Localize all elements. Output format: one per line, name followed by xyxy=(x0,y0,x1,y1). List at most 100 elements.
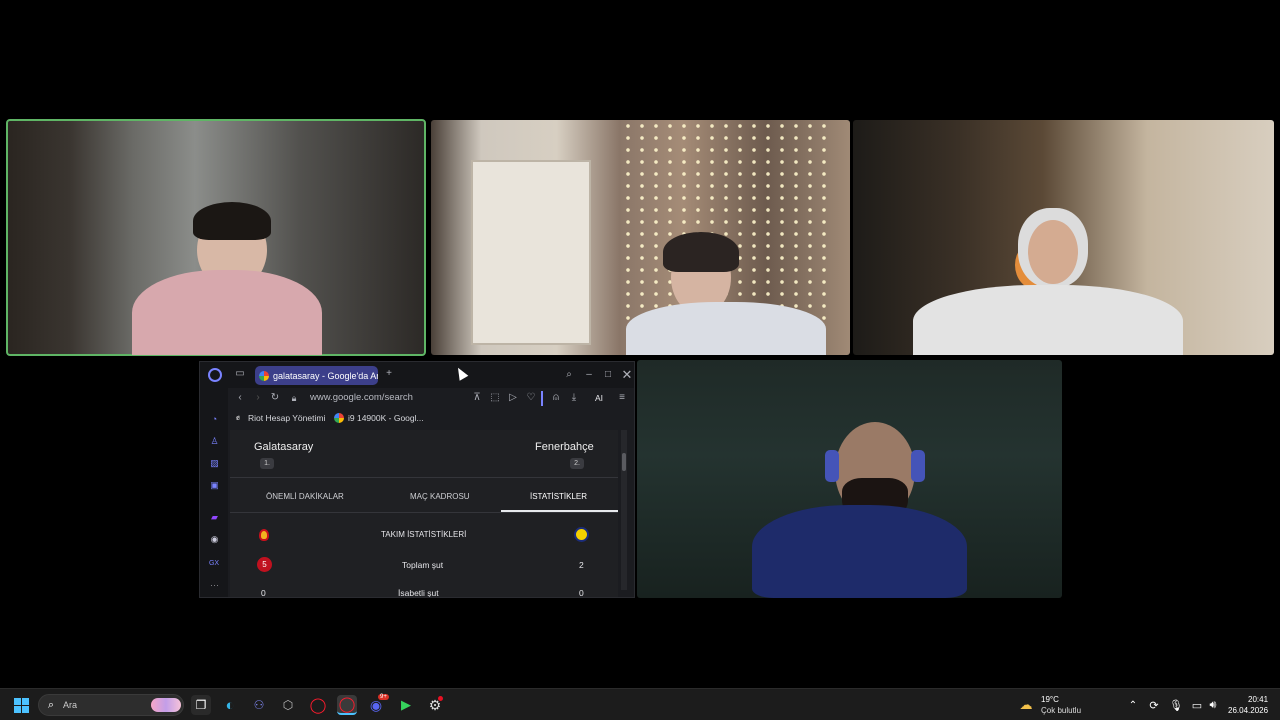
wardrobe xyxy=(471,160,591,345)
home-rank: 1. xyxy=(260,458,274,469)
stat-label: İsabetli şut xyxy=(398,588,439,598)
weather-desc[interactable]: Çok bulutlu xyxy=(1041,706,1081,715)
scroll-thumb[interactable] xyxy=(622,453,626,471)
video-tile-participant-4[interactable] xyxy=(637,360,1062,598)
gx-icon[interactable]: GX xyxy=(206,558,222,569)
back-icon[interactable]: ‹ xyxy=(234,392,246,404)
fenerbahce-logo-icon xyxy=(574,527,589,542)
play-icon[interactable]: ▷ xyxy=(507,392,519,404)
app-hex-icon[interactable]: ⬡ xyxy=(278,695,298,715)
home-stat-value: 0 xyxy=(261,588,266,598)
clock-date[interactable]: 26.04.2026 xyxy=(1228,706,1268,715)
search-icon: ⌕ xyxy=(47,698,55,711)
tab-islands-icon[interactable]: ▭ xyxy=(234,369,246,379)
clock-time[interactable]: 20:41 xyxy=(1248,695,1268,704)
teams-icon[interactable]: ⚇ xyxy=(249,695,269,715)
pin-icon[interactable]: ⊼ xyxy=(471,392,483,404)
tab-key-moments[interactable]: ÖNEMLİ DAKİKALAR xyxy=(266,492,344,501)
participant-body xyxy=(132,270,322,355)
galatasaray-logo-icon xyxy=(259,529,269,541)
discord-badge: 9+ xyxy=(378,694,389,700)
edge-icon[interactable]: ◐ xyxy=(220,695,240,715)
bookmarks-bar: ✊︎ Riot Hesap Yönetimi i9 14900K - Googl… xyxy=(228,410,634,428)
opera-logo-icon[interactable] xyxy=(208,368,222,382)
stat-label: Toplam şut xyxy=(402,560,444,570)
reload-icon[interactable]: ↻ xyxy=(269,392,281,404)
participant-hair xyxy=(193,202,271,240)
video-tile-participant-1[interactable] xyxy=(6,119,426,356)
search-label: Ara xyxy=(63,700,78,710)
microphone-icon[interactable]: 🎙︎ xyxy=(1166,695,1186,715)
task-view-icon[interactable]: ❐ xyxy=(191,695,211,715)
page-scrollbar[interactable] xyxy=(621,430,627,590)
away-team-name[interactable]: Fenerbahçe xyxy=(535,441,594,453)
messenger-icon[interactable]: ▣ xyxy=(209,480,220,491)
heart-icon[interactable]: ♡ xyxy=(525,392,537,404)
home-stat-value: 5 xyxy=(257,557,272,572)
tab-stats[interactable]: İSTATİSTİKLER xyxy=(530,492,587,501)
tab-title: galatasaray - Google'da Ara xyxy=(273,370,378,381)
divider xyxy=(230,512,618,513)
minimize-button[interactable]: – xyxy=(582,368,596,382)
snapshot-icon[interactable]: ⬚ xyxy=(489,392,501,404)
participant-body xyxy=(913,285,1183,355)
discord-icon[interactable]: ◉ xyxy=(209,534,220,545)
divider xyxy=(230,477,618,478)
team-stats-header: TAKIM İSTATİSTİKLERİ xyxy=(381,530,467,539)
video-tile-participant-3[interactable] xyxy=(853,120,1274,355)
notification-dot xyxy=(438,696,443,701)
opera-sidebar: ◔ ♙ ▨ ▣ ▰ ◉ GX ··· xyxy=(200,388,228,597)
more-icon[interactable]: ··· xyxy=(209,580,220,591)
opera-icon[interactable]: ◯ xyxy=(308,695,328,715)
close-button[interactable]: ✕ xyxy=(620,367,634,381)
tab-bar: ▭ galatasaray - Google'da Ara + ⌕ – □ ✕ xyxy=(200,362,634,388)
lock-icon: 🔒︎ xyxy=(291,393,297,403)
weather-temp[interactable]: 19°C xyxy=(1041,695,1059,704)
menu-icon[interactable]: ≡ xyxy=(616,392,628,404)
chevron-up-icon[interactable]: ⌃ xyxy=(1123,695,1143,715)
search-tabs-icon[interactable]: ⌕ xyxy=(562,368,576,382)
google-sports-card: Galatasaray 1. Fenerbahçe 2. ÖNEMLİ DAKİ… xyxy=(230,430,618,598)
google-favicon-icon xyxy=(259,370,269,381)
bookmark-riot[interactable]: Riot Hesap Yönetimi xyxy=(248,413,325,423)
headphone-right xyxy=(911,450,925,482)
tab-lineups[interactable]: MAÇ KADROSU xyxy=(410,492,470,501)
volume-icon[interactable]: 🔊︎ xyxy=(1203,695,1223,715)
taskbar-search[interactable]: ⌕ Ara xyxy=(38,694,184,716)
maximize-button[interactable]: □ xyxy=(601,368,615,382)
bookmark-i9[interactable]: i9 14900K - Googl... xyxy=(348,413,424,423)
video-tile-participant-2[interactable] xyxy=(431,120,850,355)
sync-icon[interactable]: ⟳ xyxy=(1144,695,1164,715)
participant-face xyxy=(1028,220,1078,284)
new-tab-button[interactable]: + xyxy=(383,368,395,380)
weather-cloud-icon[interactable]: ☁ xyxy=(1016,695,1036,715)
participant-body xyxy=(626,302,826,355)
download-icon[interactable]: ⤓ xyxy=(568,392,580,404)
participant-headphones xyxy=(663,232,739,272)
taskbar: ⌕ Ara ❐ ◐ ⚇ ⬡ ◯ ◯ ◉ 9+ ▶ ⚙ ☁ 19°C Çok bu… xyxy=(0,688,1280,720)
address-bar: ‹ › ↻ 🔒︎ www.google.com/search ⊼ ⬚ ▷ ♡ ⍝… xyxy=(228,388,634,410)
opera-gx-icon[interactable]: ◯ xyxy=(337,695,357,715)
screen: ▭ galatasaray - Google'da Ara + ⌕ – □ ✕ … xyxy=(0,0,1280,720)
url-field[interactable]: www.google.com/search xyxy=(310,392,413,403)
ai-label: AI xyxy=(594,392,604,403)
workspace-icon[interactable]: ♙ xyxy=(209,436,220,447)
participant-jersey xyxy=(752,505,967,598)
windows-start-icon[interactable] xyxy=(11,695,31,715)
away-rank: 2. xyxy=(570,458,584,469)
search-highlight-icon xyxy=(151,698,181,712)
twitch-icon[interactable]: ▰ xyxy=(209,512,220,523)
home-team-name[interactable]: Galatasaray xyxy=(254,441,313,453)
tab-galatasaray-search[interactable]: galatasaray - Google'da Ara xyxy=(255,366,378,385)
wallet-icon[interactable]: ▨ xyxy=(209,458,220,469)
address-divider xyxy=(541,391,543,406)
forward-icon[interactable]: › xyxy=(252,392,264,404)
riot-icon: ✊︎ xyxy=(235,413,241,422)
media-player-icon[interactable]: ▶ xyxy=(396,695,416,715)
away-stat-value: 0 xyxy=(579,588,584,598)
browser-window: ▭ galatasaray - Google'da Ara + ⌕ – □ ✕ … xyxy=(199,361,635,598)
profile-icon[interactable]: ⍝ xyxy=(550,392,562,404)
aria-icon[interactable]: ◔ xyxy=(209,414,220,425)
ai-button[interactable]: AI xyxy=(588,392,610,404)
google-favicon-icon xyxy=(334,413,344,423)
